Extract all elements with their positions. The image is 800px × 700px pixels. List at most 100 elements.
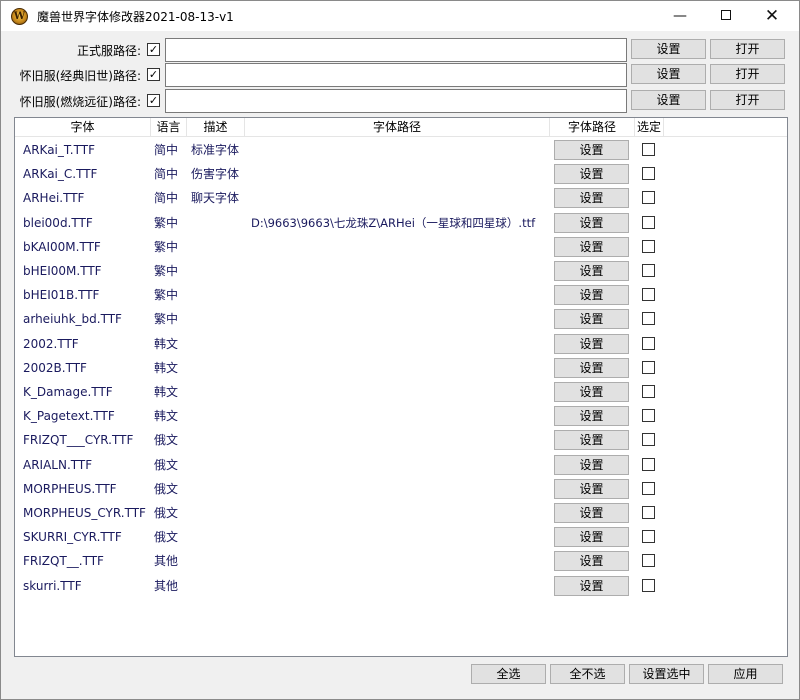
table-row[interactable]: MORPHEUS.TTF 俄文 设置: [15, 477, 787, 501]
row-select-checkbox[interactable]: [642, 215, 655, 229]
column-header-font-path-button[interactable]: 字体路径: [550, 118, 635, 137]
table-row[interactable]: ARKai_C.TTF 简中 伤害字体 设置: [15, 162, 787, 186]
path-checkbox-classic-era[interactable]: ✓: [147, 68, 160, 81]
table-row[interactable]: FRIZQT__.TTF 其他 设置: [15, 549, 787, 573]
row-set-button[interactable]: 设置: [554, 454, 629, 475]
description-cell: [191, 574, 251, 598]
row-set-button[interactable]: 设置: [554, 503, 629, 523]
table-row[interactable]: K_Pagetext.TTF 韩文 设置: [15, 404, 787, 428]
path-input-retail[interactable]: [165, 38, 627, 62]
table-row[interactable]: 2002B.TTF 韩文 设置: [15, 356, 787, 380]
font-path-cell: [251, 235, 551, 259]
path-checkbox-burning-crusade[interactable]: ✓: [147, 94, 160, 107]
table-row[interactable]: K_Damage.TTF 韩文 设置: [15, 380, 787, 404]
table-row[interactable]: bHEI00M.TTF 繁中 设置: [15, 259, 787, 283]
description-cell: [191, 404, 251, 428]
table-row[interactable]: ARHei.TTF 简中 聊天字体 设置: [15, 186, 787, 210]
table-row[interactable]: ARIALN.TTF 俄文 设置: [15, 453, 787, 477]
row-select-checkbox[interactable]: [642, 191, 655, 205]
row-select-checkbox[interactable]: [642, 312, 655, 326]
column-header-font[interactable]: 字体: [15, 118, 151, 137]
column-header-language[interactable]: 语言: [151, 118, 187, 137]
minimize-button[interactable]: —: [657, 1, 703, 31]
row-set-button[interactable]: 设置: [554, 382, 629, 402]
row-set-button[interactable]: 设置: [554, 164, 629, 185]
table-row[interactable]: SKURRI_CYR.TTF 俄文 设置: [15, 525, 787, 549]
row-set-button[interactable]: 设置: [554, 140, 629, 160]
table-row[interactable]: arheiuhk_bd.TTF 繁中 设置: [15, 307, 787, 331]
row-set-button[interactable]: 设置: [554, 309, 629, 330]
row-set-button[interactable]: 设置: [554, 285, 629, 306]
maximize-button[interactable]: [703, 1, 749, 31]
row-select-checkbox[interactable]: [642, 167, 655, 181]
row-select-checkbox[interactable]: [642, 457, 655, 471]
checkmark-icon: ✓: [148, 94, 159, 107]
select-all-button[interactable]: 全选: [471, 664, 546, 684]
path-open-button-retail[interactable]: 打开: [710, 39, 785, 59]
column-header-selected[interactable]: 选定: [635, 118, 664, 137]
path-open-button-burning-crusade[interactable]: 打开: [710, 90, 785, 110]
row-set-button[interactable]: 设置: [554, 236, 629, 257]
apply-button[interactable]: 应用: [708, 664, 783, 684]
row-select-checkbox[interactable]: [642, 143, 655, 156]
column-header-description[interactable]: 描述: [187, 118, 245, 137]
row-set-button[interactable]: 设置: [554, 333, 629, 354]
font-list[interactable]: 字体 语言 描述 字体路径 字体路径 选定 ARKai_T.TTF 简中 标准字体设…: [14, 117, 788, 657]
column-header-font-path[interactable]: 字体路径: [245, 118, 550, 137]
row-set-button[interactable]: 设置: [554, 188, 629, 209]
path-checkbox-retail[interactable]: ✓: [147, 43, 160, 56]
table-row[interactable]: bHEI01B.TTF 繁中 设置: [15, 283, 787, 307]
title-bar: W 魔兽世界字体修改器2021-08-13-v1 — ✕: [1, 1, 799, 31]
language-cell: 繁中: [154, 239, 179, 254]
path-set-button-burning-crusade[interactable]: 设置: [631, 90, 706, 110]
path-set-button-classic-era[interactable]: 设置: [631, 64, 706, 84]
table-row[interactable]: skurri.TTF 其他 设置: [15, 574, 787, 598]
app-window: W 魔兽世界字体修改器2021-08-13-v1 — ✕ 正式服路径: ✓ 设置…: [0, 0, 800, 700]
select-none-button[interactable]: 全不选: [550, 664, 625, 684]
font-name-cell: ARKai_C.TTF: [23, 167, 98, 182]
font-name-cell: K_Pagetext.TTF: [23, 409, 115, 424]
row-set-button[interactable]: 设置: [554, 575, 629, 596]
row-select-checkbox[interactable]: [642, 239, 655, 253]
table-row[interactable]: 2002.TTF 韩文 设置: [15, 332, 787, 356]
row-select-checkbox[interactable]: [642, 506, 655, 519]
description-cell: [191, 549, 251, 573]
path-open-button-classic-era[interactable]: 打开: [710, 64, 785, 84]
font-name-cell: MORPHEUS_CYR.TTF: [23, 506, 146, 520]
row-set-button[interactable]: 设置: [554, 406, 629, 427]
language-cell: 繁中: [154, 312, 179, 327]
row-select-checkbox[interactable]: [642, 530, 655, 544]
row-set-button[interactable]: 设置: [554, 551, 629, 572]
close-button[interactable]: ✕: [749, 1, 795, 31]
row-set-button[interactable]: 设置: [554, 527, 629, 548]
row-select-checkbox[interactable]: [642, 409, 655, 423]
table-row[interactable]: bKAI00M.TTF 繁中 设置: [15, 235, 787, 259]
row-select-checkbox[interactable]: [642, 481, 655, 495]
row-select-checkbox[interactable]: [642, 554, 655, 568]
row-set-button[interactable]: 设置: [554, 430, 629, 451]
description-cell: [191, 259, 251, 283]
row-select-checkbox[interactable]: [642, 360, 655, 374]
wow-logo-icon: W: [11, 8, 28, 25]
row-set-button[interactable]: 设置: [554, 478, 629, 499]
path-input-burning-crusade[interactable]: [165, 89, 627, 113]
path-input-classic-era[interactable]: [165, 63, 627, 87]
description-cell: [191, 235, 251, 259]
row-select-checkbox[interactable]: [642, 433, 655, 447]
row-select-checkbox[interactable]: [642, 288, 655, 302]
row-set-button[interactable]: 设置: [554, 357, 629, 378]
path-set-button-retail[interactable]: 设置: [631, 39, 706, 59]
description-cell: [191, 380, 251, 404]
row-set-button[interactable]: 设置: [554, 261, 629, 281]
row-select-checkbox[interactable]: [642, 578, 655, 592]
table-row[interactable]: ARKai_T.TTF 简中 标准字体 设置: [15, 138, 787, 162]
set-selected-button[interactable]: 设置选中: [629, 664, 704, 684]
table-row[interactable]: MORPHEUS_CYR.TTF 俄文 设置: [15, 501, 787, 525]
row-select-checkbox[interactable]: [642, 264, 655, 277]
table-row[interactable]: FRIZQT___CYR.TTF 俄文 设置: [15, 428, 787, 452]
table-row[interactable]: blei00d.TTF 繁中 D:\9663\9663\七龙珠Z\ARHei（一星球…: [15, 211, 787, 235]
row-set-button[interactable]: 设置: [554, 212, 629, 233]
row-select-checkbox[interactable]: [642, 385, 655, 398]
row-select-checkbox[interactable]: [642, 336, 655, 350]
font-name-cell: ARKai_T.TTF: [23, 143, 95, 157]
